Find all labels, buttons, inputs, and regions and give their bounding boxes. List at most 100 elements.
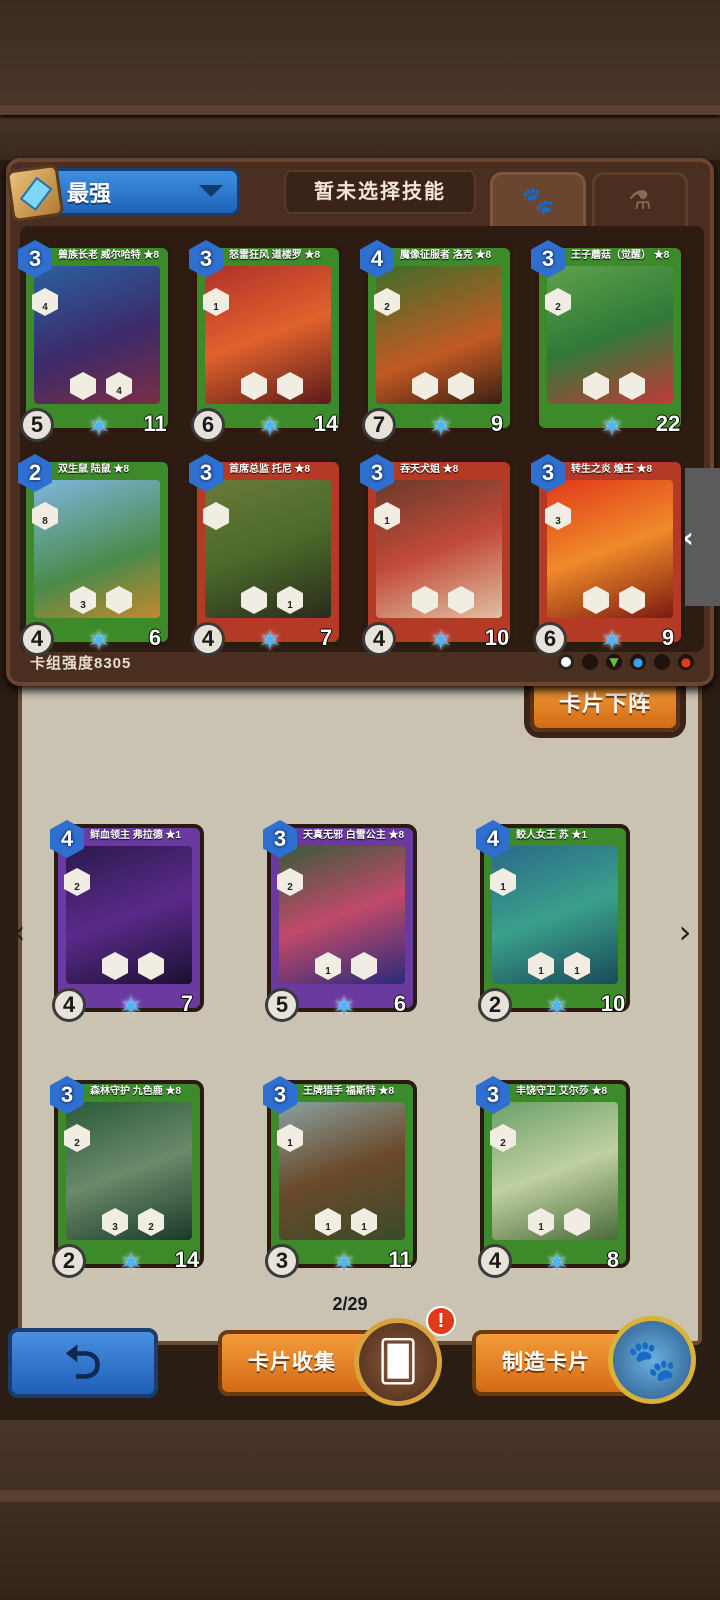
card-health: 11 [381, 1238, 419, 1278]
star-rank-icon: ✶ [545, 990, 569, 1023]
star-rank-icon: ✶ [545, 1246, 569, 1279]
card-art [492, 1102, 618, 1240]
card-health: 10 [478, 616, 516, 656]
card-attack: 6 [191, 408, 225, 442]
card-pack-icon[interactable]: 🂠 [354, 1318, 442, 1406]
card[interactable]: 4魔像征服者 洛克 ★827✶9 [360, 240, 514, 442]
card-art [34, 266, 160, 404]
card-art [66, 846, 192, 984]
card[interactable]: 3王子蘑菇（觉醒） ★82✶22 [531, 240, 685, 442]
card-name: 双生鼠 陆鼠 ★8 [58, 464, 130, 475]
filter-all-icon[interactable] [558, 654, 574, 670]
star-rank-icon: ✶ [332, 1246, 356, 1279]
card-name: 魔像征服者 洛克 ★8 [400, 250, 492, 261]
card-attack: 2 [52, 1244, 86, 1278]
card-health: 14 [168, 1238, 206, 1278]
card[interactable]: 4鲛人女王 苏 ★11112✶10 [476, 820, 630, 1022]
card[interactable]: 3转生之炎 煌王 ★836✶9 [531, 454, 685, 656]
card-art [376, 266, 502, 404]
card[interactable]: 3怒雷狂风 道楼罗 ★816✶14 [189, 240, 343, 442]
star-rank-icon: ✶ [258, 410, 282, 443]
bottom-wood-bar [0, 1420, 720, 1600]
card[interactable]: 3天真无邪 白雪公主 ★8215✶6 [263, 820, 417, 1022]
card-art [34, 480, 160, 618]
sort-dropdown[interactable]: 最强 [5, 163, 240, 223]
undo-arrow-icon: ⮌ [64, 1335, 102, 1389]
filter-water-icon[interactable]: ● [630, 654, 646, 670]
card-attack: 5 [265, 988, 299, 1022]
card[interactable]: 2双生鼠 陆鼠 ★8834✶6 [18, 454, 172, 656]
card-attack: 4 [478, 1244, 512, 1278]
card[interactable]: 3森林守护 九色鹿 ★82322✶14 [50, 1076, 204, 1278]
card-attack: 2 [478, 988, 512, 1022]
card-health: 7 [307, 616, 345, 656]
craft-card-label: 制造卡片 [502, 1351, 590, 1374]
card[interactable]: 3吞天犬姐 ★814✶10 [360, 454, 514, 656]
card[interactable]: 3丰饶守卫 艾尔莎 ★8214✶8 [476, 1076, 630, 1278]
card-art [66, 1102, 192, 1240]
filter-fire-icon[interactable]: ● [678, 654, 694, 670]
card-attack: 6 [533, 622, 567, 656]
card-attack: 7 [362, 408, 396, 442]
sort-dropdown-label: 最强 [67, 181, 112, 206]
chevron-down-icon [199, 185, 223, 197]
card-health: 11 [136, 402, 174, 442]
star-rank-icon: ✶ [600, 624, 624, 657]
prev-page-arrow-icon[interactable]: ‹ [6, 910, 32, 954]
back-button[interactable]: ⮌ [8, 1328, 158, 1398]
alert-badge: ! [426, 1306, 456, 1336]
star-rank-icon: ✶ [87, 624, 111, 657]
card-health: 7 [168, 982, 206, 1022]
card-art [492, 846, 618, 984]
card-name: 森林守护 九色鹿 ★8 [90, 1086, 182, 1097]
filter-dark-icon[interactable] [582, 654, 598, 670]
card[interactable]: 4鲜血领主 弗拉德 ★124✶7 [50, 820, 204, 1022]
card-name: 吞天犬姐 ★8 [400, 464, 459, 475]
card-health: 9 [649, 616, 687, 656]
card-attack: 4 [362, 622, 396, 656]
star-rank-icon: ✶ [332, 990, 356, 1023]
deck-book-icon [5, 163, 65, 223]
card[interactable]: 3兽族长老 威尔哈特 ★8445✶11 [18, 240, 172, 442]
page-indicator: 2/29 [332, 1294, 368, 1314]
card-art [205, 266, 331, 404]
card-attack: 4 [191, 622, 225, 656]
card-health: 6 [381, 982, 419, 1022]
card-attack: 3 [265, 1244, 299, 1278]
card-health: 14 [307, 402, 345, 442]
element-filters[interactable]: ▼ ● ● [558, 654, 694, 670]
card-art [279, 1102, 405, 1240]
tab-paw-icon[interactable]: 🐾 [490, 172, 586, 226]
star-rank-icon: ✶ [429, 410, 453, 443]
card-attack: 4 [52, 988, 86, 1022]
skill-select-button[interactable]: 暂未选择技能 [284, 170, 476, 214]
card-health: 22 [649, 402, 687, 442]
card-attack: 4 [20, 622, 54, 656]
card-health: 10 [594, 982, 632, 1022]
card[interactable]: 3首席总监 托尼 ★814✶7 [189, 454, 343, 656]
next-page-arrow-icon[interactable]: › [672, 910, 698, 954]
deck-power-label: 卡组强度8305 [30, 655, 132, 672]
card-art [547, 480, 673, 618]
star-rank-icon: ✶ [119, 1246, 143, 1279]
star-rank-icon: ✶ [429, 624, 453, 657]
paw-potion-icon[interactable]: 🐾 [608, 1316, 696, 1404]
card-health: 6 [136, 616, 174, 656]
card-health: 8 [594, 1238, 632, 1278]
card[interactable]: 3王牌猎手 福斯特 ★81113✶11 [263, 1076, 417, 1278]
star-rank-icon: ✶ [119, 990, 143, 1023]
card-art [376, 480, 502, 618]
card-name: 首席总监 托尼 ★8 [229, 464, 311, 475]
card-art [279, 846, 405, 984]
tab-potion-icon[interactable]: ⚗ [592, 172, 688, 226]
card-attack: 5 [20, 408, 54, 442]
card-name: 王牌猎手 福斯特 ★8 [303, 1086, 395, 1097]
card-collection-panel: 3114✶1022✶45✶9 4鲜血领主 弗拉德 ★124✶73天真无邪 白雪公… [18, 569, 702, 1345]
filter-shadow-icon[interactable] [654, 654, 670, 670]
card-art [205, 480, 331, 618]
card-health: 9 [478, 402, 516, 442]
card-name: 兽族长老 威尔哈特 ★8 [58, 250, 160, 261]
card-name: 怒雷狂风 道楼罗 ★8 [229, 250, 321, 261]
card-name: 王子蘑菇（觉醒） ★8 [571, 250, 670, 261]
top-wood-bar [0, 0, 720, 160]
